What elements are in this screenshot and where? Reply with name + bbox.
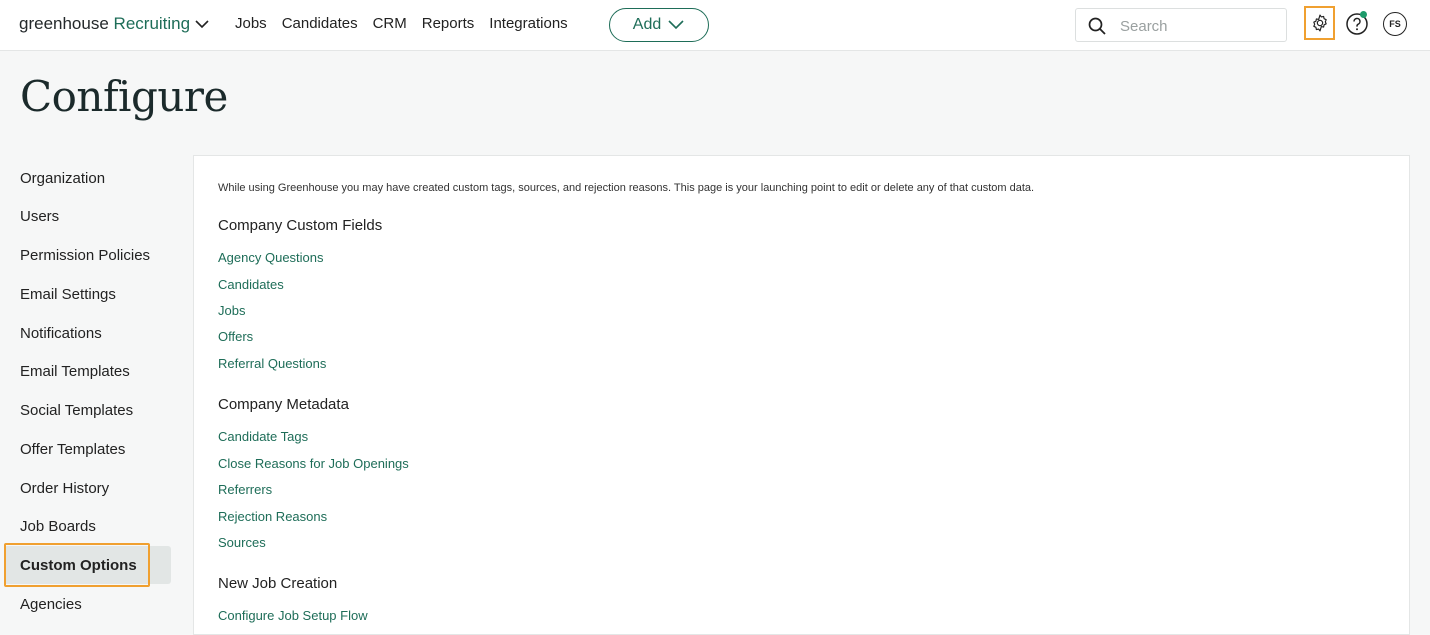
sidebar-item-email-settings[interactable]: Email Settings: [20, 286, 116, 303]
sidebar-item-offer-templates[interactable]: Offer Templates: [20, 441, 125, 458]
nav-item-candidates[interactable]: Candidates: [282, 15, 358, 32]
section-title-company-metadata: Company Metadata: [218, 396, 349, 413]
sidebar-item-order-history[interactable]: Order History: [20, 480, 109, 497]
logo-brand: greenhouse: [19, 14, 109, 33]
link-agency-questions[interactable]: Agency Questions: [218, 250, 324, 265]
section-title-new-job-creation: New Job Creation: [218, 575, 338, 592]
nav-item-crm[interactable]: CRM: [373, 15, 407, 32]
nav-item-jobs[interactable]: Jobs: [235, 15, 267, 32]
logo-product: Recruiting: [113, 14, 191, 33]
sidebar-item-notifications[interactable]: Notifications: [20, 325, 102, 342]
nav-item-reports[interactable]: Reports: [422, 15, 475, 32]
sidebar-item-social-templates[interactable]: Social Templates: [20, 402, 133, 419]
link-jobs[interactable]: Jobs: [218, 303, 245, 318]
link-candidate-tags[interactable]: Candidate Tags: [218, 429, 308, 444]
page-title: Configure: [20, 72, 228, 121]
nav-item-integrations[interactable]: Integrations: [489, 15, 567, 32]
search-input[interactable]: [1120, 15, 1280, 37]
sidebar-item-job-boards[interactable]: Job Boards: [20, 518, 96, 535]
avatar[interactable]: FS: [1383, 12, 1407, 36]
settings-button[interactable]: [1304, 6, 1335, 40]
top-navigation-bar: greenhouse Recruiting Jobs Candidates CR…: [0, 0, 1430, 51]
link-candidates[interactable]: Candidates: [218, 277, 284, 292]
search-box[interactable]: [1075, 8, 1287, 42]
add-button[interactable]: Add: [609, 8, 709, 42]
link-offers[interactable]: Offers: [218, 329, 253, 344]
sidebar-item-permission-policies[interactable]: Permission Policies: [20, 247, 150, 264]
link-configure-job-setup-flow[interactable]: Configure Job Setup Flow: [218, 608, 368, 623]
sidebar-item-organization[interactable]: Organization: [20, 170, 105, 187]
intro-text: While using Greenhouse you may have crea…: [218, 182, 1035, 194]
sidebar-item-email-templates[interactable]: Email Templates: [20, 363, 130, 380]
chevron-down-icon: [668, 20, 684, 30]
link-referral-questions[interactable]: Referral Questions: [218, 356, 326, 371]
sidebar-item-agencies[interactable]: Agencies: [20, 596, 82, 613]
link-close-reasons[interactable]: Close Reasons for Job Openings: [218, 456, 409, 471]
main-nav: Jobs Candidates CRM Reports Integrations: [235, 15, 583, 32]
section-title-company-custom-fields: Company Custom Fields: [218, 217, 383, 234]
link-referrers[interactable]: Referrers: [218, 482, 272, 497]
gear-icon: [1312, 14, 1327, 32]
notification-dot: [1360, 11, 1367, 18]
link-sources[interactable]: Sources: [218, 535, 266, 550]
link-rejection-reasons[interactable]: Rejection Reasons: [218, 509, 327, 524]
sidebar-item-users[interactable]: Users: [20, 208, 59, 225]
sidebar-item-custom-options[interactable]: Custom Options: [20, 557, 137, 574]
app-logo[interactable]: greenhouse Recruiting: [19, 14, 190, 34]
search-icon: [1088, 17, 1106, 35]
add-button-label: Add: [632, 16, 662, 33]
chevron-down-icon[interactable]: [193, 15, 211, 33]
